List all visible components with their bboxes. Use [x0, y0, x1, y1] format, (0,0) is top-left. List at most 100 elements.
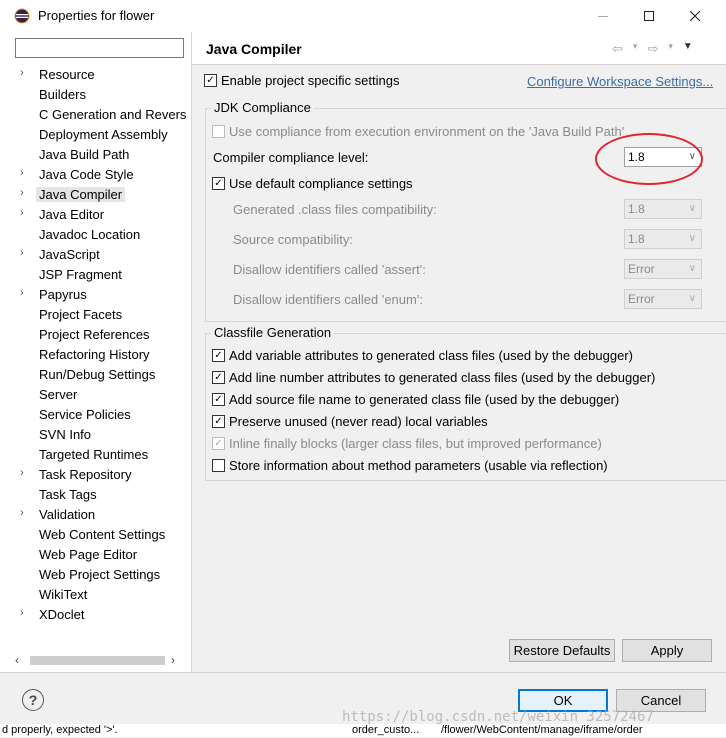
sidebar-item-label: JSP Fragment [39, 267, 122, 282]
classfile-option-checkbox[interactable]: ✓ Add line number attributes to generated… [212, 370, 655, 385]
disallow-enum-select[interactable]: Error ∨ [624, 289, 702, 309]
chevron-right-icon[interactable]: › [20, 607, 30, 619]
minimize-button[interactable] [580, 0, 626, 32]
forward-arrow-icon[interactable]: ⇨ [647, 41, 658, 57]
generated-class-label: Generated .class files compatibility: [233, 202, 437, 217]
checkbox-box[interactable]: ✓ [212, 437, 225, 450]
back-menu-icon[interactable]: ▾ [633, 41, 638, 57]
disallow-assert-select[interactable]: Error ∨ [624, 259, 702, 279]
sidebar-item[interactable]: Web Page Editor [0, 544, 190, 564]
sidebar-item[interactable]: C Generation and Revers [0, 104, 190, 124]
chevron-down-icon: ∨ [688, 203, 696, 214]
classfile-option-checkbox[interactable]: Store information about method parameter… [212, 458, 608, 473]
disallow-enum-value: Error [628, 292, 655, 306]
sidebar-item[interactable]: WikiText [0, 584, 190, 604]
sidebar-item-label: Task Repository [39, 467, 132, 482]
sidebar-item[interactable]: SVN Info [0, 424, 190, 444]
sidebar-item[interactable]: Java Build Path [0, 144, 190, 164]
checkbox-box[interactable]: ✓ [204, 74, 217, 87]
sidebar-item[interactable]: Targeted Runtimes [0, 444, 190, 464]
sidebar-item-label: Targeted Runtimes [39, 447, 149, 462]
sidebar-item-label: Java Code Style [39, 167, 134, 182]
sidebar-item[interactable]: Project Facets [0, 304, 190, 324]
view-menu-icon[interactable]: ▼ [683, 41, 693, 57]
sidebar-item[interactable]: › JavaScript [0, 244, 190, 264]
chevron-right-icon[interactable]: › [20, 287, 30, 299]
sidebar-item-label: Task Tags [39, 487, 97, 502]
sidebar-item[interactable]: › Java Compiler [0, 184, 190, 204]
classfile-option-checkbox[interactable]: ✓ Add variable attributes to generated cl… [212, 348, 633, 363]
watermark: https://blog.csdn.net/weixin_32572467 [342, 709, 654, 725]
sidebar-item-label: Builders [39, 87, 86, 102]
sidebar-item[interactable]: Deployment Assembly [0, 124, 190, 144]
classfile-option-checkbox[interactable]: ✓ Add source file name to generated class… [212, 392, 619, 407]
checkbox-box[interactable]: ✓ [212, 349, 225, 362]
apply-button[interactable]: Apply [622, 639, 712, 662]
sidebar-item[interactable]: Server [0, 384, 190, 404]
sidebar-item[interactable]: JSP Fragment [0, 264, 190, 284]
source-compat-select[interactable]: 1.8 ∨ [624, 229, 702, 249]
filter-input[interactable] [15, 38, 184, 58]
chevron-right-icon[interactable]: › [20, 247, 30, 259]
scroll-right-icon[interactable]: › [171, 653, 175, 667]
sidebar-item[interactable]: › Resource [0, 64, 190, 84]
chevron-right-icon[interactable]: › [20, 467, 30, 479]
checkbox-box[interactable]: ✓ [212, 393, 225, 406]
checkbox-box[interactable]: ✓ [212, 177, 225, 190]
sidebar-item[interactable]: Project References [0, 324, 190, 344]
chevron-right-icon[interactable]: › [20, 67, 30, 79]
classfile-option-label: Preserve unused (never read) local varia… [229, 414, 488, 429]
classfile-option-label: Inline finally blocks (larger class file… [229, 436, 602, 451]
sidebar-item[interactable]: Run/Debug Settings [0, 364, 190, 384]
sidebar-item[interactable]: › Java Editor [0, 204, 190, 224]
chevron-right-icon[interactable]: › [20, 207, 30, 219]
configure-workspace-link[interactable]: Configure Workspace Settings... [527, 74, 713, 89]
enable-specific-checkbox[interactable]: ✓ Enable project specific settings [204, 73, 399, 88]
back-arrow-icon[interactable]: ⇦ [612, 41, 623, 57]
chevron-right-icon[interactable]: › [20, 187, 30, 199]
maximize-button[interactable] [626, 0, 672, 32]
sidebar-item[interactable]: › Validation [0, 504, 190, 524]
eclipse-icon [14, 8, 30, 24]
generated-class-select[interactable]: 1.8 ∨ [624, 199, 702, 219]
use-default-compliance-checkbox[interactable]: ✓ Use default compliance settings [212, 176, 413, 191]
scroll-thumb[interactable] [30, 656, 165, 665]
restore-defaults-button[interactable]: Restore Defaults [509, 639, 615, 662]
scroll-left-icon[interactable]: ‹ [15, 653, 19, 667]
chevron-right-icon[interactable]: › [20, 167, 30, 179]
checkbox-box[interactable]: ✓ [212, 415, 225, 428]
sidebar-item[interactable]: › Java Code Style [0, 164, 190, 184]
use-compliance-env-checkbox[interactable]: Use compliance from execution environmen… [212, 124, 624, 139]
help-icon[interactable]: ? [22, 689, 44, 711]
classfile-option-checkbox[interactable]: ✓ Preserve unused (never read) local vari… [212, 414, 488, 429]
background-text: d properly, expected '>'. [2, 724, 118, 736]
chevron-right-icon[interactable]: › [20, 507, 30, 519]
sidebar-hscrollbar[interactable]: ‹ › [15, 652, 183, 669]
sidebar-item-label: Java Compiler [36, 187, 126, 202]
sidebar-item[interactable]: Web Project Settings [0, 564, 190, 584]
checkbox-box[interactable]: ✓ [212, 371, 225, 384]
sidebar-item[interactable]: Builders [0, 84, 190, 104]
sidebar-item[interactable]: Web Content Settings [0, 524, 190, 544]
checkbox-box[interactable] [212, 459, 225, 472]
source-compat-value: 1.8 [628, 232, 645, 246]
chevron-down-icon: ∨ [688, 293, 696, 304]
generated-class-value: 1.8 [628, 202, 645, 216]
classfile-option-checkbox[interactable]: ✓ Inline finally blocks (larger class fil… [212, 436, 602, 451]
background-text: order_custo... [352, 724, 420, 736]
sidebar-item-label: Web Project Settings [39, 567, 161, 582]
forward-menu-icon[interactable]: ▾ [668, 41, 673, 57]
jdk-compliance-title: JDK Compliance [211, 100, 314, 115]
sidebar-item[interactable]: › Papyrus [0, 284, 190, 304]
checkbox-box[interactable] [212, 125, 225, 138]
sidebar-item[interactable]: Task Tags [0, 484, 190, 504]
sidebar-item[interactable]: Service Policies [0, 404, 190, 424]
sidebar-item-label: Server [39, 387, 78, 402]
enable-specific-label: Enable project specific settings [221, 73, 400, 88]
sidebar-item[interactable]: Refactoring History [0, 344, 190, 364]
sidebar-item[interactable]: › Task Repository [0, 464, 190, 484]
sidebar-item[interactable]: › XDoclet [0, 604, 190, 624]
close-button[interactable] [672, 0, 718, 32]
sidebar-item[interactable]: Javadoc Location [0, 224, 190, 244]
sidebar-item-label: Java Build Path [39, 147, 130, 162]
